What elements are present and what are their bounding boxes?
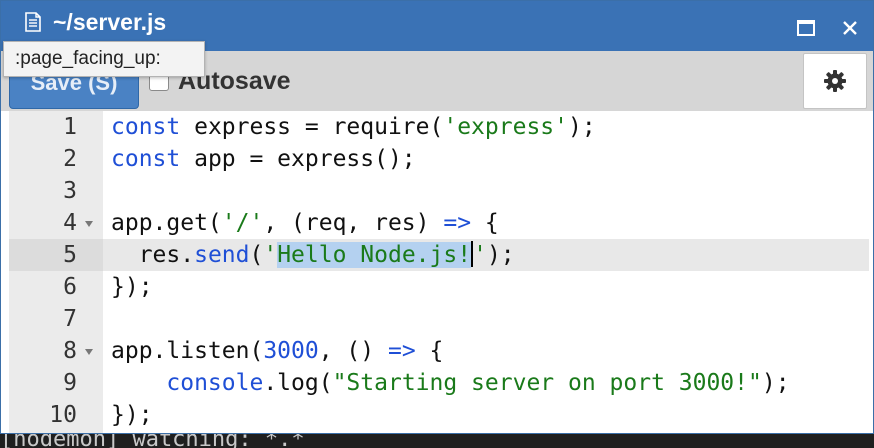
fold-arrow-icon[interactable] [85, 349, 93, 355]
code-line[interactable]: 7 [9, 303, 869, 335]
code-line[interactable]: 2 const app = express(); [9, 143, 869, 175]
code-text[interactable] [103, 175, 869, 207]
line-number: 8 [9, 335, 103, 367]
line-number: 3 [63, 178, 77, 204]
code-line[interactable]: 3 [9, 175, 869, 207]
line-number: 10 [49, 402, 77, 428]
code-text[interactable]: app.listen(3000, () => { [103, 335, 869, 367]
gear-icon [824, 70, 846, 92]
settings-button[interactable] [803, 53, 867, 109]
code-text[interactable] [103, 303, 869, 335]
code-text[interactable]: const express = require('express'); [103, 111, 869, 143]
code-line[interactable]: 8 app.listen(3000, () => { [9, 335, 869, 367]
code-text[interactable]: res.send('Hello Node.js!'); [103, 239, 869, 271]
line-number: 5 [9, 239, 103, 271]
line-number: 4 [9, 207, 103, 239]
code-line-active[interactable]: 5 res.send('Hello Node.js!'); [9, 239, 869, 271]
background-terminal-text: [nodemon] watching: *.* [0, 432, 874, 448]
maximize-button[interactable] [791, 13, 821, 43]
line-number: 9 [63, 370, 77, 396]
document-icon [25, 12, 41, 32]
code-text[interactable]: }); [103, 271, 869, 303]
text-selection[interactable]: Hello Node.js! [277, 242, 472, 268]
code-line[interactable]: 4 app.get('/', (req, res) => { [9, 207, 869, 239]
line-number: 7 [63, 306, 77, 332]
code-text[interactable]: app.get('/', (req, res) => { [103, 207, 869, 239]
code-text[interactable]: const app = express(); [103, 143, 869, 175]
code-line[interactable]: 1 const express = require('express'); [9, 111, 869, 143]
close-icon [843, 21, 857, 35]
maximize-icon [797, 20, 815, 36]
code-text[interactable]: console.log("Starting server on port 300… [103, 367, 869, 399]
code-line[interactable]: 10 }); [9, 399, 869, 431]
line-number: 2 [63, 146, 77, 172]
window-title: ~/server.js [53, 9, 167, 35]
fold-arrow-icon[interactable] [85, 221, 93, 227]
close-button[interactable] [835, 13, 865, 43]
title-tooltip: :page_facing_up: [3, 41, 205, 77]
code-text[interactable]: }); [103, 399, 869, 431]
code-line[interactable]: 9 console.log("Starting server on port 3… [9, 367, 869, 399]
line-number: 6 [63, 274, 77, 300]
code-editor[interactable]: 1 const express = require('express'); 2 … [9, 111, 869, 433]
editor-window: ~/server.js Save (S) Autosave:page_faci… [0, 0, 874, 434]
line-number: 1 [63, 114, 77, 140]
code-line[interactable]: 6 }); [9, 271, 869, 303]
